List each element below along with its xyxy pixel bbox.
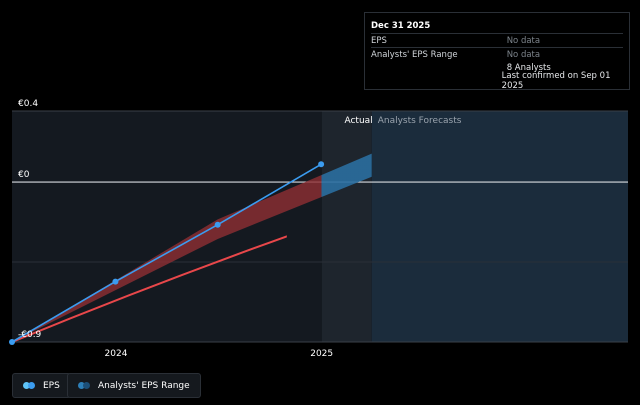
eps-swatch-icon	[23, 382, 35, 389]
eps-point-0[interactable]	[9, 339, 15, 345]
actual-region-background	[321, 111, 372, 342]
forecast-region-background	[371, 111, 628, 342]
tooltip-label: Analysts' EPS Range	[371, 49, 458, 60]
x-tick-label-1: 2025	[310, 349, 333, 359]
legend-label: EPS	[43, 380, 60, 391]
actual-region-label: Actual	[344, 116, 372, 126]
tooltip-row-range: Analysts' EPS Range No data	[371, 47, 623, 61]
tooltip-value: Last confirmed on Sep 01 2025	[501, 70, 611, 91]
y-tick-label-0: €0.4	[18, 99, 38, 109]
tooltip-value: No data	[506, 35, 541, 46]
y-tick-label-1: €0	[18, 170, 30, 180]
eps-point-3[interactable]	[318, 161, 325, 168]
tooltip-row-eps: EPS No data	[371, 33, 623, 47]
eps-point-2[interactable]	[214, 221, 221, 228]
y-tick-label-2: -€0.9	[18, 330, 42, 340]
tooltip-value: No data	[506, 49, 541, 60]
legend-label: Analysts' EPS Range	[98, 380, 190, 391]
past-plot-background	[12, 111, 322, 342]
x-axis-ticks: 2024 2025	[105, 349, 334, 359]
x-tick-label-0: 2024	[105, 349, 128, 359]
range-swatch-icon	[78, 382, 90, 389]
forecast-region-label: Analysts Forecasts	[378, 116, 462, 126]
legend-item-range[interactable]: Analysts' EPS Range	[67, 373, 201, 398]
hover-tooltip: Dec 31 2025 EPS No data Analysts' EPS Ra…	[364, 12, 630, 91]
tooltip-title: Dec 31 2025	[371, 20, 431, 31]
tooltip-row-confirmed: Last confirmed on Sep 01 2025	[371, 71, 623, 91]
legend-item-eps[interactable]: EPS	[12, 373, 71, 398]
tooltip-label: EPS	[371, 35, 387, 46]
eps-point-1[interactable]	[112, 278, 119, 285]
